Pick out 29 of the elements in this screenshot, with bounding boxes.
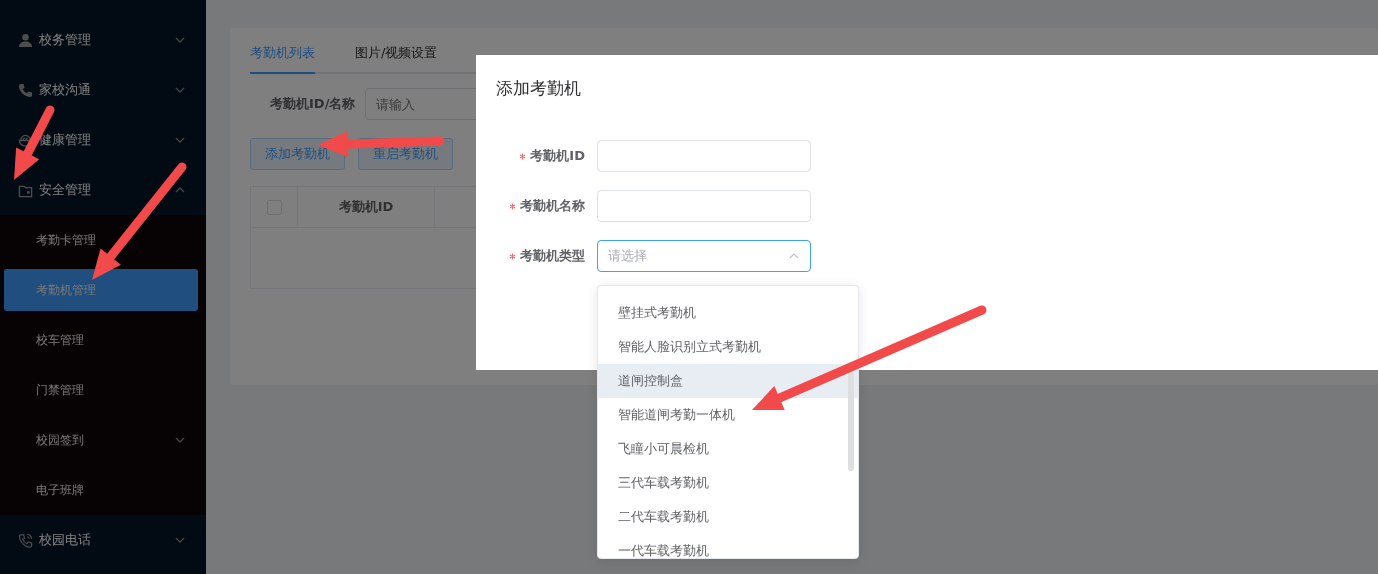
input-field[interactable] xyxy=(597,190,811,222)
sidebar-subitem[interactable]: 校车管理 xyxy=(4,315,198,365)
field-label: 考勤机ID xyxy=(530,147,585,165)
dropdown-option[interactable]: 一代车载考勤机 xyxy=(598,534,858,558)
phone-icon xyxy=(18,82,33,98)
field-label: 考勤机类型 xyxy=(520,247,585,265)
sidebar-subitem[interactable]: 电子班牌 xyxy=(4,465,198,515)
sidebar-item[interactable]: 安全管理 xyxy=(0,165,206,215)
sidebar-subitem[interactable]: 门禁管理 xyxy=(4,365,198,415)
dropdown-option[interactable]: 智能人脸识别立式考勤机 xyxy=(598,330,858,364)
dropdown-option[interactable]: 二代车载考勤机 xyxy=(598,500,858,534)
dropdown-option[interactable]: 飞瞳小可晨检机 xyxy=(598,432,858,466)
sidebar-item[interactable]: 健康管理 xyxy=(0,115,206,165)
dropdown-option[interactable]: 三代车载考勤机 xyxy=(598,466,858,500)
person-icon xyxy=(18,32,33,48)
bowl-icon xyxy=(18,132,33,148)
input-field[interactable] xyxy=(597,140,811,172)
sidebar-item[interactable]: 家校沟通 xyxy=(0,65,206,115)
field-label: 考勤机名称 xyxy=(520,197,585,215)
filter-label: 考勤机ID/名称 xyxy=(270,95,356,113)
dropdown-option[interactable]: 壁挂式考勤机 xyxy=(598,296,858,330)
column-header: 考勤机ID xyxy=(298,187,435,227)
phone-icon xyxy=(18,532,33,548)
dropdown-option[interactable]: 智能道闸考勤一体机 xyxy=(598,398,858,432)
sidebar-item[interactable]: 校园电话 xyxy=(0,515,206,565)
tab[interactable]: 图片/视频设置 xyxy=(355,44,438,74)
sidebar-subitem[interactable]: 校园签到 xyxy=(4,415,198,465)
sidebar-subitem[interactable]: 考勤卡管理 xyxy=(4,215,198,265)
sidebar-item[interactable]: 校务管理 xyxy=(0,15,206,65)
